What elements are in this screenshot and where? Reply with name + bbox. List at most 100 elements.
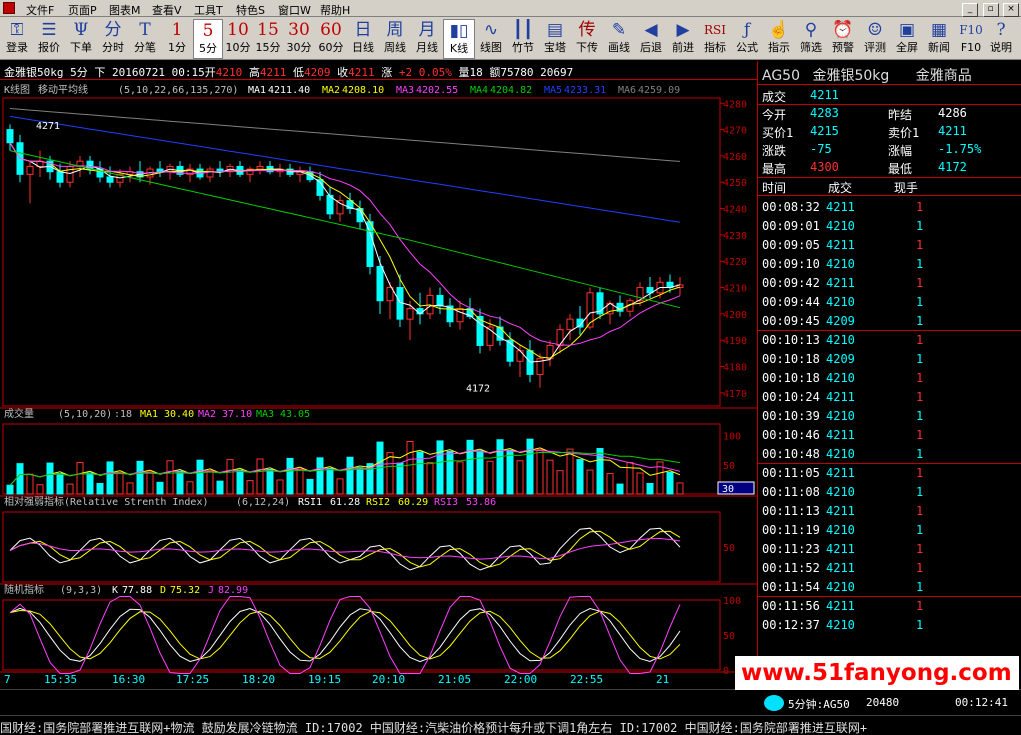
toolbar-button-24[interactable]: ☝ 指示 xyxy=(763,19,795,59)
toolbar-button-22[interactable]: RSI 指标 xyxy=(699,19,731,59)
toolbar-button-0[interactable]: ⚿ 登录 xyxy=(1,19,33,59)
menu-tools[interactable]: 工具T xyxy=(194,2,223,18)
menu-file[interactable]: 文件F xyxy=(26,2,54,18)
toolbar-button-6[interactable]: 5 5分 xyxy=(193,19,223,59)
y-tick-label: 4250 xyxy=(723,178,747,189)
volume-bar xyxy=(566,448,574,495)
change-label: 涨 xyxy=(381,66,393,79)
tick-volume: 1 xyxy=(916,466,924,480)
tick-time: 00:09:05 xyxy=(762,238,820,252)
toolbar-button-3[interactable]: 分分时 xyxy=(97,19,129,59)
minimize-button[interactable]: _ xyxy=(962,3,978,17)
toolbar-button-7[interactable]: 10 10分 xyxy=(223,19,253,59)
x-axis-label: 21 xyxy=(656,673,669,686)
tick-price: 4210 xyxy=(826,523,855,537)
toolbar-icon: ▶ xyxy=(676,20,690,40)
candle-body xyxy=(56,171,64,183)
news-ticker[interactable]: 国财经:国务院部署推进互联网+物流 鼓励发展冷链物流 ID:17002 中国财经… xyxy=(0,715,1021,735)
tick-volume: 1 xyxy=(916,409,924,423)
toolbar-button-10[interactable]: 60 60分 xyxy=(315,19,347,59)
volume-params: (5,10,20) xyxy=(58,409,112,420)
menu-features[interactable]: 特色S xyxy=(236,2,265,18)
toolbar-label: 指标 xyxy=(704,41,726,54)
tick-time: 00:11:54 xyxy=(762,580,820,594)
tick-row: 00:11:19 4210 1 xyxy=(758,521,1021,540)
tick-price: 4210 xyxy=(826,447,855,461)
toolbar-button-1[interactable]: ☰ 报价 xyxy=(33,19,65,59)
candle-body xyxy=(66,165,74,183)
menu-view[interactable]: 查看V xyxy=(152,2,182,18)
toolbar-button-27[interactable]: ☺ 评测 xyxy=(859,19,891,59)
volume-bar xyxy=(456,461,464,495)
toolbar-button-12[interactable]: 周周线 xyxy=(379,19,411,59)
toolbar-label: 报价 xyxy=(38,41,60,54)
quote-panel: AG50 金雅银50kg 金雅商品 成交 4211 今开 4283 昨结 428… xyxy=(757,61,1021,689)
toolbar-button-13[interactable]: 月月线 xyxy=(411,19,443,59)
toolbar-button-31[interactable]: ? 说明 xyxy=(987,19,1015,59)
toolbar-button-20[interactable]: ◀ 后退 xyxy=(635,19,667,59)
kdj-legend-value: 77.88 xyxy=(122,585,152,596)
y-tick-label: 4190 xyxy=(723,336,747,347)
vol-legend-value: 37.10 xyxy=(222,409,252,420)
toolbar-button-14[interactable]: ▮▯ K线 xyxy=(443,19,475,59)
tick-price: 4211 xyxy=(826,238,855,252)
menu-page[interactable]: 页面P xyxy=(68,2,97,18)
y-tick-label: 4270 xyxy=(723,126,747,137)
tick-price: 4211 xyxy=(826,390,855,404)
status-indicator-icon[interactable] xyxy=(764,695,784,711)
candle-body xyxy=(336,200,344,215)
volume-bar xyxy=(496,439,504,495)
toolbar-button-16[interactable]: ┃┃ 竹节 xyxy=(507,19,539,59)
toolbar-button-9[interactable]: 30 30分 xyxy=(283,19,315,59)
volume-bar xyxy=(216,480,224,495)
toolbar-button-18[interactable]: 传下传 xyxy=(571,19,603,59)
toolbar-button-4[interactable]: T 分笔 xyxy=(129,19,161,59)
volume-bar xyxy=(356,467,364,495)
toolbar-button-5[interactable]: 1 1分 xyxy=(161,19,193,59)
menu-window[interactable]: 窗口W xyxy=(278,2,311,18)
volume-bar xyxy=(396,462,404,495)
menu-chart[interactable]: 图表M xyxy=(109,2,141,18)
toolbar-button-28[interactable]: ▣ 全屏 xyxy=(891,19,923,59)
toolbar-button-17[interactable]: ▤ 宝塔 xyxy=(539,19,571,59)
tick-price: 4209 xyxy=(826,352,855,366)
status-clock: 00:12:41 xyxy=(955,696,1008,709)
instrument-full-name: 金雅银50kg xyxy=(812,68,890,84)
y-tick-label: 4210 xyxy=(723,284,747,295)
amount-label: 额 xyxy=(489,66,501,79)
toolbar-button-15[interactable]: ∿ 线图 xyxy=(475,19,507,59)
tick-price: 4210 xyxy=(826,485,855,499)
menu-help[interactable]: 帮助H xyxy=(320,2,350,18)
toolbar-button-11[interactable]: 日日线 xyxy=(347,19,379,59)
kdj-panel-label: 随机指标 xyxy=(4,583,44,596)
prev-settle-label: 昨结 xyxy=(888,108,913,122)
ask-label: 卖价1 xyxy=(888,126,920,140)
kline-chart[interactable]: K线图 移动平均线 (5,10,22,66,135,270) MA1 4211.40 MA… xyxy=(0,80,757,689)
volume-bar xyxy=(576,459,584,495)
toolbar-button-2[interactable]: Ψ 下单 xyxy=(65,19,97,59)
toolbar-button-21[interactable]: ▶ 前进 xyxy=(667,19,699,59)
vol-legend-name: MA2 xyxy=(198,409,216,420)
volume-bar xyxy=(186,481,194,495)
toolbar-button-26[interactable]: ⏰ 预警 xyxy=(827,19,859,59)
toolbar-button-23[interactable]: ƒ 公式 xyxy=(731,19,763,59)
app-icon[interactable] xyxy=(3,2,15,14)
toolbar-button-8[interactable]: 15 15分 xyxy=(253,19,283,59)
toolbar-icon: 月 xyxy=(418,20,436,40)
toolbar-button-25[interactable]: ⚲ 筛选 xyxy=(795,19,827,59)
volume-bar xyxy=(26,473,34,495)
tick-list[interactable]: 00:08:32 4211 1 00:09:01 4210 1 00:09:05 4211 1 0… xyxy=(758,198,1021,635)
y-tick-label: 4260 xyxy=(723,152,747,163)
tick-volume: 1 xyxy=(916,561,924,575)
toolbar-icon: 1 xyxy=(171,20,183,40)
exchange-name: 金雅商品 xyxy=(915,68,972,84)
close-button[interactable]: × xyxy=(1003,3,1019,17)
toolbar-button-19[interactable]: ✎ 画线 xyxy=(603,19,635,59)
tick-time: 00:10:24 xyxy=(762,390,820,404)
toolbar-button-30[interactable]: F10 F10 xyxy=(955,19,987,59)
restore-button[interactable]: ▫ xyxy=(982,3,999,17)
volume-panel-label: 成交量 xyxy=(4,407,34,420)
tick-row: 00:11:13 4211 1 xyxy=(758,502,1021,521)
toolbar-button-29[interactable]: ▦ 新闻 xyxy=(923,19,955,59)
tick-price: 4211 xyxy=(826,542,855,556)
